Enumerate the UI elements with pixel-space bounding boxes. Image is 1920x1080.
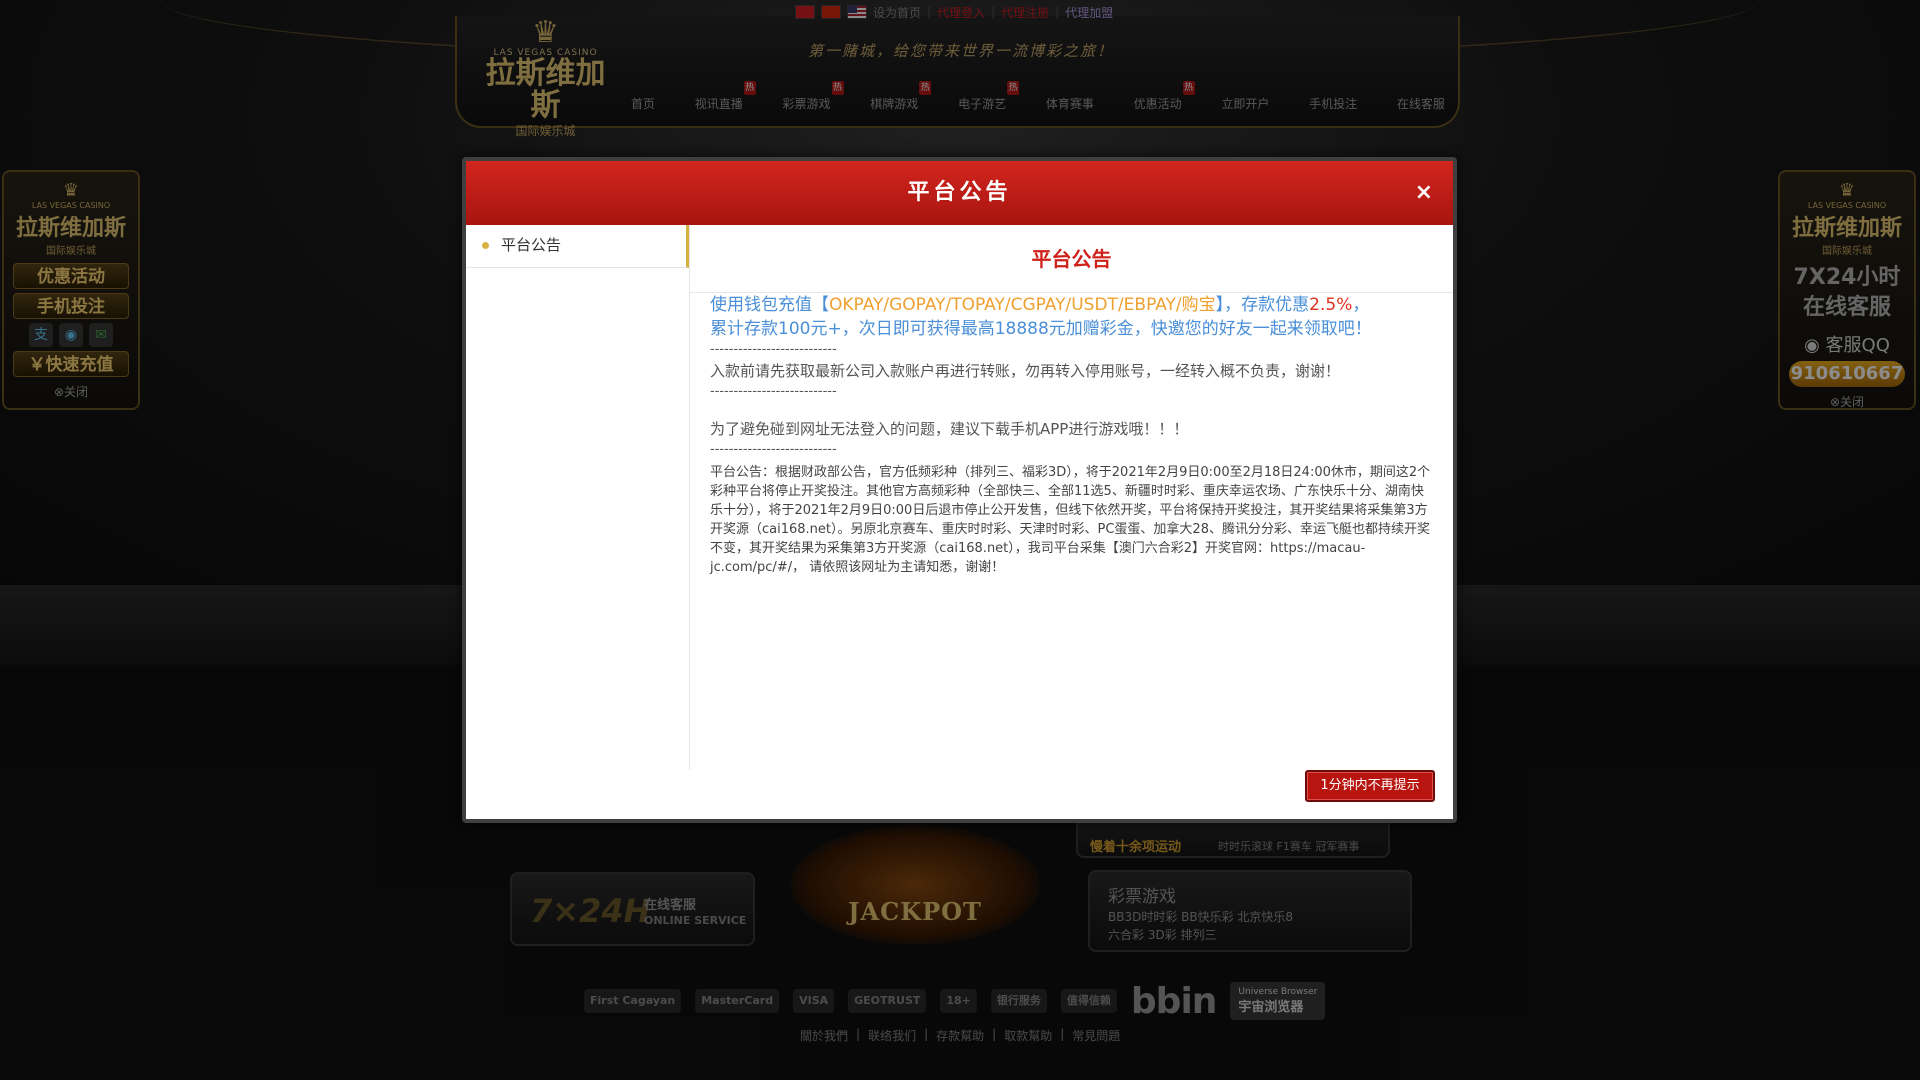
close-icon[interactable]: × <box>1415 161 1433 225</box>
modal-header: 平台公告 × <box>466 161 1453 225</box>
notice-lottery-schedule: 平台公告：根据财政部公告，官方低频彩种（排列三、福彩3D），将于2021年2月9… <box>710 465 1431 575</box>
modal-content: 平台公告 使用钱包充值【OKPAY/GOPAY/TOPAY/CGPAY/USDT… <box>690 225 1453 770</box>
dismiss-1min-button[interactable]: 1分钟内不再提示 <box>1305 770 1435 802</box>
promo-line-2: 累计存款100元+，次日即可获得最高18888元加赠彩金，快邀您的好友一起来领取… <box>710 319 1372 339</box>
modal-title: 平台公告 <box>907 180 1012 205</box>
promo-part-a: 使用钱包充值【 <box>710 295 829 315</box>
promo-rate: 2.5% <box>1309 295 1353 315</box>
content-title: 平台公告 <box>690 225 1453 293</box>
sidebar-item-label: 平台公告 <box>501 236 562 254</box>
sidebar-item-announcement[interactable]: 平台公告 <box>466 225 689 268</box>
modal-sidebar: 平台公告 <box>466 225 690 770</box>
notice-app: 为了避免碰到网址无法登入的问题，建议下载手机APP进行游戏哦！！！ <box>710 420 1189 438</box>
divider: --------------------------- <box>710 442 837 457</box>
promo-text: 使用钱包充值【OKPAY/GOPAY/TOPAY/CGPAY/USDT/EBPA… <box>710 293 1435 341</box>
bullet-icon <box>482 242 489 249</box>
divider: --------------------------- <box>710 384 837 399</box>
promo-pay-methods: OKPAY/GOPAY/TOPAY/CGPAY/USDT/EBPAY/购宝 <box>829 295 1216 315</box>
content-body: 使用钱包充值【OKPAY/GOPAY/TOPAY/CGPAY/USDT/EBPA… <box>690 293 1453 577</box>
announcement-modal: 平台公告 × 平台公告 平台公告 使用钱包充值【OKPAY/GOPAY/TOPA… <box>462 157 1457 823</box>
promo-part-c: ， <box>1352 295 1370 315</box>
divider: --------------------------- <box>710 342 837 357</box>
promo-part-b: 】，存款优惠 <box>1215 295 1310 315</box>
notice-deposit: 入款前请先获取最新公司入款账户再进行转账，勿再转入停用账号，一经转入概不负责，谢… <box>710 362 1341 380</box>
